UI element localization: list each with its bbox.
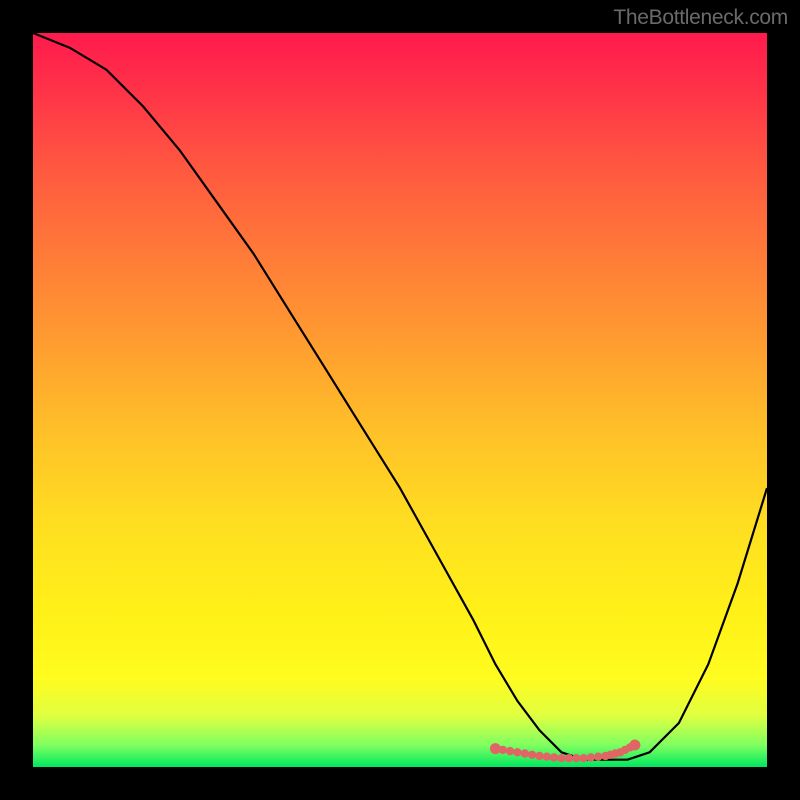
highlight-dot (499, 746, 507, 754)
highlight-dot (629, 740, 640, 751)
highlight-dot (506, 747, 514, 755)
highlight-dot (535, 752, 543, 760)
highlight-dot (528, 751, 536, 759)
highlight-dot (550, 753, 558, 761)
watermark-text: TheBottleneck.com (613, 6, 788, 30)
highlight-dot (513, 748, 521, 756)
highlight-dot (543, 753, 551, 761)
highlight-dot (557, 754, 565, 762)
bottleneck-curve (33, 33, 767, 760)
chart-svg (33, 33, 767, 767)
highlight-dot (565, 754, 573, 762)
highlight-dot (587, 753, 595, 761)
plot-area (33, 33, 767, 767)
highlight-dot (572, 754, 580, 762)
highlight-dot (579, 754, 587, 762)
highlight-dot (521, 749, 529, 757)
highlight-dot (594, 753, 602, 761)
